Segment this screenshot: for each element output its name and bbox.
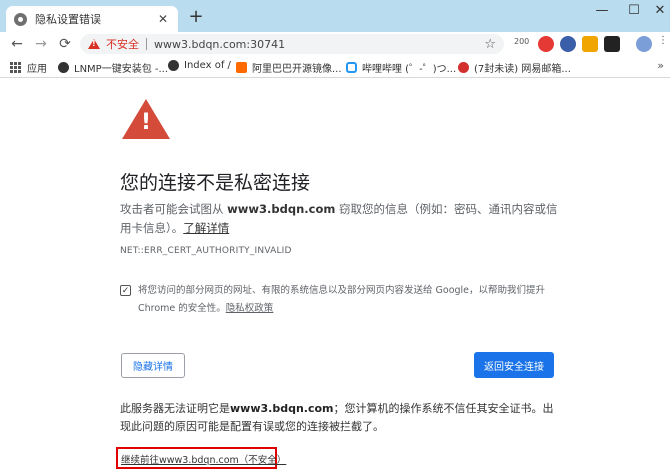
bilibili-icon: [346, 62, 357, 73]
extension-badge[interactable]: 200: [514, 37, 529, 46]
maximize-button[interactable]: ☐: [622, 2, 646, 20]
address-bar[interactable]: 不安全 www3.bdqn.com:30741 ☆: [80, 34, 504, 54]
tab-strip: 隐私设置错误 ✕ + — ☐ ✕: [0, 0, 670, 32]
tab-privacy-error[interactable]: 隐私设置错误 ✕: [6, 6, 178, 32]
globe-icon: [168, 60, 179, 71]
proceed-unsafe-link[interactable]: 继续前往www3.bdqn.com（不安全）: [121, 452, 286, 466]
bookmarks-bar: 应用 LNMP一键安装包 -... Index of / 阿里巴巴开源镜像...…: [0, 56, 670, 78]
explanation-host: www3.bdqn.com: [227, 202, 336, 216]
page-title: 您的连接不是私密连接: [120, 172, 311, 194]
globe-icon: [58, 62, 69, 73]
menu-icon[interactable]: ⋮: [658, 35, 668, 46]
bookmark-index[interactable]: Index of /: [168, 60, 231, 71]
bookmark-netease[interactable]: (7封未读) 网易邮箱...: [458, 60, 571, 75]
reload-icon[interactable]: ⟳: [56, 35, 74, 53]
details-host: www3.bdqn.com: [230, 402, 334, 415]
details-prefix: 此服务器无法证明它是: [120, 402, 230, 415]
globe-icon: [14, 12, 27, 26]
extension-icon[interactable]: [604, 36, 620, 52]
url-text[interactable]: www3.bdqn.com:30741: [154, 38, 484, 51]
explanation-text: 攻击者可能会试图从 www3.bdqn.com 窃取您的信息（例如：密码、通讯内…: [120, 200, 560, 238]
window-close-button[interactable]: ✕: [648, 2, 670, 20]
bookmark-label: 哔哩哔哩 (゜-゜)つ...: [362, 64, 457, 75]
privacy-error-page: ! 您的连接不是私密连接 攻击者可能会试图从 www3.bdqn.com 窃取您…: [0, 78, 670, 475]
report-description: 将您访问的部分网页的网址、有限的系统信息以及部分网页内容发送给 Google，以…: [138, 285, 546, 314]
tab-close-button[interactable]: ✕: [156, 12, 170, 26]
netease-mail-icon: [458, 62, 469, 73]
apps-grid-icon: [10, 62, 21, 73]
tab-title: 隐私设置错误: [35, 13, 101, 26]
bookmark-label: (7封未读) 网易邮箱...: [474, 64, 571, 75]
bookmark-label: 应用: [27, 64, 47, 75]
learn-more-link[interactable]: 了解详情: [183, 221, 229, 235]
minimize-button[interactable]: —: [590, 2, 614, 20]
security-status[interactable]: 不安全: [106, 36, 139, 52]
explanation-prefix: 攻击者可能会试图从: [120, 202, 228, 216]
profile-avatar[interactable]: [636, 36, 652, 52]
extension-icon[interactable]: [582, 36, 598, 52]
bookmark-label: Index of /: [184, 60, 231, 71]
details-text: 此服务器无法证明它是www3.bdqn.com；您计算机的操作系统不信任其安全证…: [120, 400, 560, 436]
forward-icon[interactable]: →: [32, 35, 50, 53]
aliyun-icon: [236, 62, 247, 73]
report-checkbox-label: 将您访问的部分网页的网址、有限的系统信息以及部分网页内容发送给 Google，以…: [138, 282, 558, 318]
bookmark-lnmp[interactable]: LNMP一键安装包 -...: [58, 60, 168, 75]
back-to-safety-button[interactable]: 返回安全连接: [474, 352, 554, 378]
hide-details-button[interactable]: 隐藏详情: [121, 353, 185, 378]
bookmarks-overflow-icon[interactable]: »: [657, 59, 664, 72]
bookmark-label: 阿里巴巴开源镜像...: [252, 64, 342, 75]
privacy-policy-link[interactable]: 隐私权政策: [226, 303, 274, 314]
opera-extension-icon[interactable]: [538, 36, 554, 52]
error-code: NET::ERR_CERT_AUTHORITY_INVALID: [120, 246, 292, 256]
toolbar: ← → ⟳ 不安全 www3.bdqn.com:30741 ☆ 200 ⋮: [0, 32, 670, 56]
back-icon[interactable]: ←: [8, 35, 26, 53]
bookmark-apps[interactable]: 应用: [10, 60, 47, 75]
bookmark-label: LNMP一键安装包 -...: [74, 64, 169, 75]
omnibox-divider: [146, 38, 147, 50]
bookmark-bilibili[interactable]: 哔哩哔哩 (゜-゜)つ...: [346, 60, 456, 75]
report-checkbox[interactable]: ✓: [120, 285, 131, 296]
warning-icon: [88, 39, 100, 49]
extension-icon[interactable]: [560, 36, 576, 52]
star-icon[interactable]: ☆: [484, 37, 496, 52]
bookmark-aliyun[interactable]: 阿里巴巴开源镜像...: [236, 60, 342, 75]
new-tab-button[interactable]: +: [186, 8, 206, 26]
warning-mark: !: [140, 110, 152, 135]
